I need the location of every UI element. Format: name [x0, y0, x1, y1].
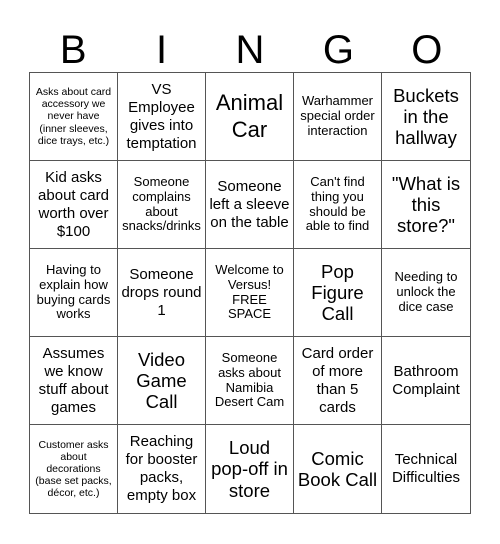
- bingo-header: B I N G O: [29, 28, 471, 72]
- bingo-cell-g5[interactable]: Comic Book Call: [294, 425, 382, 513]
- bingo-cell-o1[interactable]: Buckets in the hallway: [382, 73, 470, 161]
- bingo-cell-o2[interactable]: "What is this store?": [382, 161, 470, 249]
- header-letter-i: I: [156, 28, 168, 72]
- bingo-cell-g3[interactable]: Pop Figure Call: [294, 249, 382, 337]
- bingo-cell-b2[interactable]: Kid asks about card worth over $100: [30, 161, 118, 249]
- bingo-cell-free-space[interactable]: Welcome to Versus! FREE SPACE: [206, 249, 294, 337]
- cell-text: Loud pop-off in store: [211, 437, 288, 501]
- cell-text: Comic Book Call: [297, 447, 378, 490]
- bingo-cell-n2[interactable]: Someone left a sleeve on the table: [206, 161, 294, 249]
- cell-text: Animal Car: [215, 90, 284, 142]
- bingo-cell-o3[interactable]: Needing to unlock the dice case: [382, 249, 470, 337]
- cell-text: Someone drops round 1: [121, 265, 202, 319]
- bingo-cell-n4[interactable]: Someone asks about Namibia Desert Cam: [206, 337, 294, 425]
- cell-text: Needing to unlock the dice case: [394, 269, 458, 314]
- cell-text: Kid asks about card worth over $100: [38, 168, 109, 240]
- cell-text: Warhammer special order interaction: [300, 93, 375, 138]
- cell-text: Someone asks about Namibia Desert Cam: [214, 349, 285, 410]
- cell-text: Technical Difficulties: [391, 451, 461, 486]
- bingo-cell-g1[interactable]: Warhammer special order interaction: [294, 73, 382, 161]
- cell-text: Assumes we know stuff about games: [38, 344, 109, 416]
- bingo-board: Asks about card accessory we never have …: [29, 72, 471, 514]
- cell-text: Someone left a sleeve on the table: [209, 177, 290, 231]
- cell-text: Video Game Call: [136, 348, 187, 413]
- cell-text: Customer asks about decorations (base se…: [35, 438, 112, 500]
- bingo-cell-b4[interactable]: Assumes we know stuff about games: [30, 337, 118, 425]
- cell-text: "What is this store?": [391, 172, 461, 237]
- bingo-cell-i2[interactable]: Someone complains about snacks/drinks: [118, 161, 206, 249]
- bingo-cell-g2[interactable]: Can't find thing you should be able to f…: [294, 161, 382, 249]
- bingo-cell-n5[interactable]: Loud pop-off in store: [206, 425, 294, 513]
- bingo-cell-i1[interactable]: VS Employee gives into temptation: [118, 73, 206, 161]
- cell-text: Having to explain how buying cards works: [36, 261, 111, 322]
- cell-text: Buckets in the hallway: [393, 84, 459, 149]
- cell-text: VS Employee gives into temptation: [126, 80, 197, 152]
- bingo-cell-i3[interactable]: Someone drops round 1: [118, 249, 206, 337]
- bingo-cell-b3[interactable]: Having to explain how buying cards works: [30, 249, 118, 337]
- header-letter-o: O: [411, 28, 443, 72]
- bingo-cell-o4[interactable]: Bathroom Complaint: [382, 337, 470, 425]
- cell-text: Bathroom Complaint: [392, 362, 460, 398]
- header-letter-n: N: [235, 28, 265, 72]
- bingo-cell-i5[interactable]: Reaching for booster packs, empty box: [118, 425, 206, 513]
- bingo-cell-i4[interactable]: Video Game Call: [118, 337, 206, 425]
- cell-text: Asks about card accessory we never have …: [35, 86, 112, 147]
- cell-text: Reaching for booster packs, empty box: [125, 433, 198, 504]
- header-letter-b: B: [59, 28, 87, 72]
- bingo-cell-b5[interactable]: Customer asks about decorations (base se…: [30, 425, 118, 513]
- bingo-cell-g4[interactable]: Card order of more than 5 cards: [294, 337, 382, 425]
- bingo-cell-b1[interactable]: Asks about card accessory we never have …: [30, 73, 118, 161]
- cell-text: Pop Figure Call: [311, 260, 364, 325]
- cell-text: Someone complains about snacks/drinks: [122, 173, 201, 234]
- header-letter-g: G: [322, 28, 354, 72]
- bingo-cell-o5[interactable]: Technical Difficulties: [382, 425, 470, 513]
- bingo-cell-n1[interactable]: Animal Car: [206, 73, 294, 161]
- cell-text: Welcome to Versus! FREE SPACE: [215, 261, 284, 322]
- cell-text: Can't find thing you should be able to f…: [305, 173, 370, 234]
- cell-text: Card order of more than 5 cards: [301, 344, 374, 416]
